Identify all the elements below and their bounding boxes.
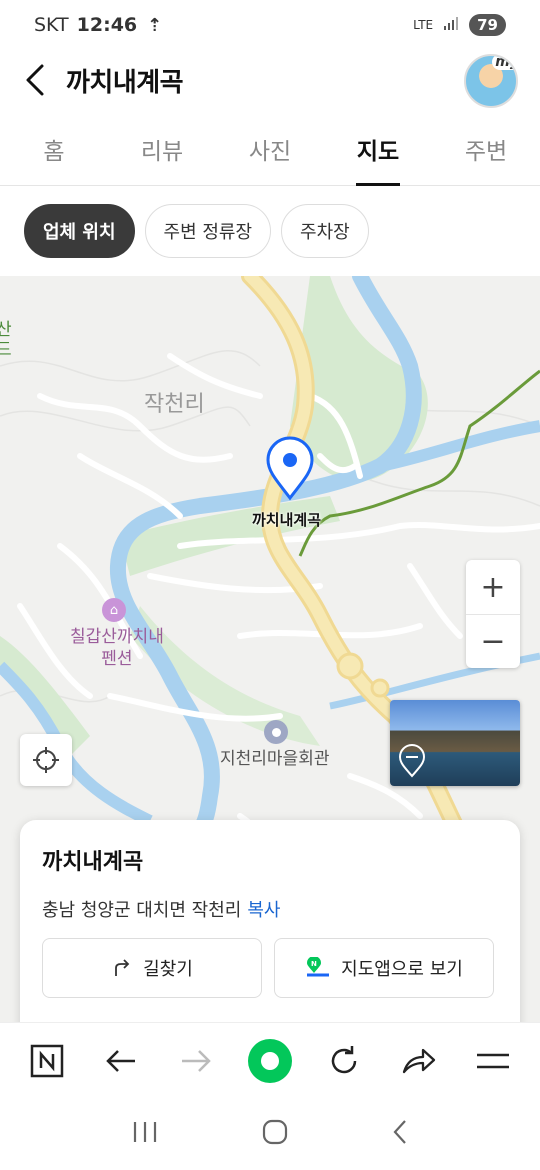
map-app-label: 지도앱으로 보기	[341, 959, 463, 980]
zoom-control: + −	[466, 560, 520, 668]
page-title: 까치내계곡	[66, 67, 184, 98]
directions-arrow-icon	[115, 959, 130, 976]
tab-nearby[interactable]: 주변	[432, 118, 540, 185]
place-info-card: 까치내계곡 충남 청양군 대치면 작천리 복사 길찾기 N 지도앱으로 보기	[20, 820, 520, 1040]
tab-photo[interactable]: 사진	[216, 118, 324, 185]
lte-label: LTE	[413, 18, 434, 32]
system-back-icon[interactable]	[392, 1119, 408, 1149]
battery-badge: 79	[469, 14, 506, 36]
avatar[interactable]: my	[464, 54, 518, 108]
naver-map-icon: N	[307, 957, 330, 977]
pin-label: 까치내계곡	[252, 511, 322, 529]
map-label-village-hall: 지천리마을회관	[220, 749, 330, 769]
directions-label: 길찾기	[143, 959, 193, 980]
tab-home[interactable]: 홈	[0, 118, 108, 185]
signal-icon	[443, 14, 459, 36]
village-hall-poi-icon[interactable]	[264, 720, 288, 744]
back-chevron-icon[interactable]	[20, 60, 50, 100]
system-nav-bar	[0, 1098, 540, 1170]
clock: 12:46	[76, 14, 138, 36]
menu-icon[interactable]	[463, 1031, 523, 1091]
tab-review[interactable]: 리뷰	[108, 118, 216, 185]
avatar-my-tag: my	[492, 56, 516, 70]
browser-nav-bar	[0, 1022, 540, 1098]
street-view-pin-icon	[398, 744, 426, 778]
copy-address-link[interactable]: 복사	[247, 900, 280, 921]
chip-business-location[interactable]: 업체 위치	[24, 204, 135, 258]
map-label-jakcheon-ri: 작천리	[144, 392, 205, 417]
svg-text:N: N	[311, 960, 317, 968]
map-edge-label: 산 드	[0, 320, 12, 360]
card-actions: 길찾기 N 지도앱으로 보기	[42, 938, 494, 998]
street-view-thumbnail[interactable]	[390, 700, 520, 786]
naver-n-icon[interactable]	[17, 1031, 77, 1091]
recent-apps-icon[interactable]	[132, 1120, 158, 1148]
forward-arrow-icon[interactable]	[166, 1031, 226, 1091]
map-filter-chips: 업체 위치 주변 정류장 주차장	[24, 204, 369, 258]
carrier-label: SKT	[34, 14, 69, 36]
refresh-icon[interactable]	[314, 1031, 374, 1091]
open-map-app-button[interactable]: N 지도앱으로 보기	[274, 938, 494, 998]
status-bar: SKT 12:46 ⇡ LTE 79	[0, 0, 540, 50]
header: 까치내계곡 my	[0, 50, 540, 110]
chip-nearby-stops[interactable]: 주변 정류장	[144, 204, 272, 258]
home-dot-icon[interactable]	[240, 1031, 300, 1091]
chip-parking[interactable]: 주차장	[281, 204, 369, 258]
share-icon[interactable]	[389, 1031, 449, 1091]
back-arrow-icon[interactable]	[91, 1031, 151, 1091]
crosshair-icon	[33, 747, 59, 773]
home-button-icon[interactable]	[262, 1119, 288, 1149]
tab-bar: 홈 리뷰 사진 지도 주변	[0, 118, 540, 186]
pension-poi-icon[interactable]: ⌂	[102, 598, 126, 622]
map-label-pension: 칠갑산까치내 펜션	[70, 627, 164, 669]
tab-map[interactable]: 지도	[324, 118, 432, 185]
location-pin-icon[interactable]	[264, 436, 316, 502]
card-title: 까치내계곡	[42, 850, 144, 875]
card-address: 충남 청양군 대치면 작천리	[42, 900, 242, 921]
directions-button[interactable]: 길찾기	[42, 938, 262, 998]
zoom-out-button[interactable]: −	[466, 614, 520, 668]
zoom-in-button[interactable]: +	[466, 560, 520, 614]
locate-me-button[interactable]	[20, 734, 72, 786]
notification-icon: ⇡	[147, 14, 163, 36]
card-address-row: 충남 청양군 대치면 작천리 복사	[42, 896, 498, 922]
